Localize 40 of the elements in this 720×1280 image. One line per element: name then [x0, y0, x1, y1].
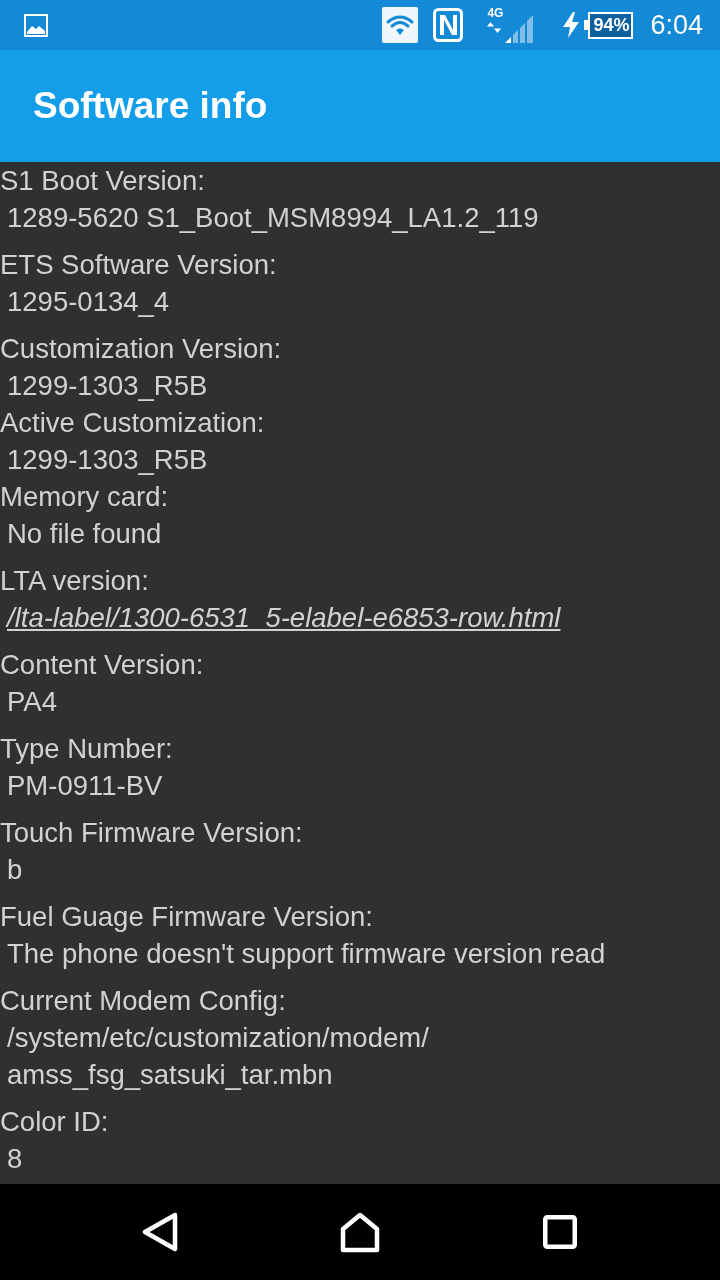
clock-time: 6:04 [650, 10, 703, 40]
info-value: PA4 [6, 685, 57, 719]
info-value: The phone doesn't support firmware version read [6, 937, 606, 971]
wifi-icon [382, 7, 419, 43]
info-label: Type Number: [0, 732, 173, 766]
network-type-label: 4G [487, 7, 504, 20]
back-icon [141, 1212, 179, 1252]
info-value: 1299-1303_R5B [6, 443, 208, 477]
data-arrows-icon [487, 22, 502, 33]
info-value: PM-0911-BV [6, 769, 163, 803]
info-label: Memory card: [0, 480, 169, 514]
home-icon [340, 1211, 380, 1253]
screen-title: Software info [33, 85, 268, 127]
info-label: ETS Software Version: [0, 248, 277, 282]
info-value: /system/etc/customization/modem/ amss_fsg_satsuki_tar.mbn [6, 1021, 429, 1092]
info-label: Fuel Guage Firmware Version: [0, 900, 373, 934]
info-value: No file found [6, 517, 162, 551]
info-value: b [6, 853, 23, 887]
info-label: Active Customization: [0, 406, 265, 440]
nfc-icon [433, 8, 464, 42]
info-label: Content Version: [0, 648, 204, 682]
recents-icon [543, 1215, 577, 1249]
battery-indicator: 94% [584, 11, 634, 39]
info-label: Color ID: [0, 1105, 109, 1139]
charging-bolt-icon [563, 12, 580, 38]
signal-icon [505, 15, 536, 43]
recents-button[interactable] [543, 1215, 577, 1249]
info-label: Current Modem Config: [0, 984, 286, 1018]
info-value: 8 [6, 1142, 23, 1176]
home-button[interactable] [340, 1211, 380, 1253]
info-label: Touch Firmware Version: [0, 816, 303, 850]
info-label: LTA version: [0, 564, 149, 598]
back-button[interactable] [141, 1212, 179, 1252]
info-label: S1 Boot Version: [0, 164, 205, 198]
info-value: 1295-0134_4 [6, 285, 170, 319]
info-value: 1289-5620 S1_Boot_MSM8994_LA1.2_119 [6, 201, 539, 235]
info-label: Customization Version: [0, 332, 282, 366]
image-icon [24, 13, 48, 37]
info-value: 1299-1303_R5B [6, 369, 208, 403]
file-link[interactable]: /lta-label/1300-6531_5-elabel-e6853-row.html [7, 599, 561, 636]
